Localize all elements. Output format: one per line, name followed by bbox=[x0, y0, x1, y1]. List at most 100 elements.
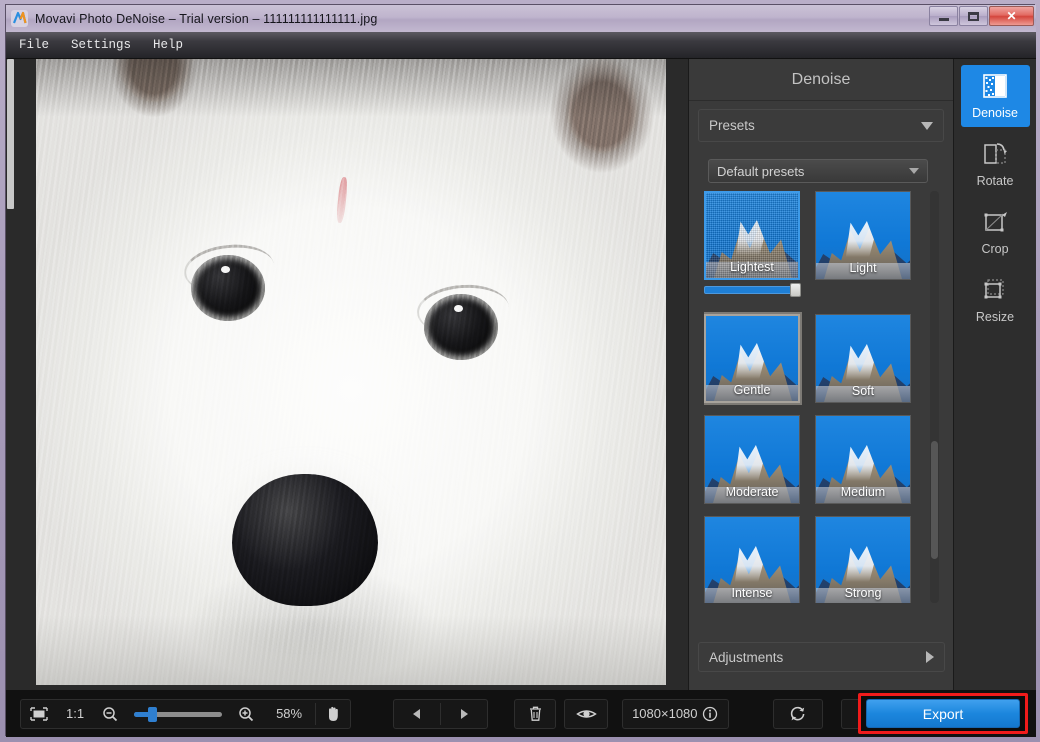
preset-thumbnail-grid: Lightest Light Gentle Soft Moderate Medi… bbox=[704, 191, 932, 603]
tool-rotate[interactable]: Rotate bbox=[961, 133, 1030, 195]
scrollbar-thumb[interactable] bbox=[7, 59, 14, 209]
denoise-icon bbox=[980, 73, 1010, 101]
delete-group bbox=[514, 698, 557, 729]
window-controls: ✕ bbox=[928, 6, 1034, 26]
preset-row: Gentle Soft bbox=[704, 312, 932, 405]
preset-thumbnail-image: Intense bbox=[704, 516, 800, 603]
preset-item-gentle[interactable]: Gentle bbox=[704, 312, 802, 405]
compare-eye-icon bbox=[575, 709, 597, 718]
delete-icon bbox=[529, 706, 541, 721]
preset-intensity-slider[interactable] bbox=[704, 283, 801, 297]
image-dimensions-value: 1080×1080 bbox=[632, 706, 698, 721]
preset-thumbnail-image: Medium bbox=[815, 415, 911, 504]
presets-scrollbar[interactable] bbox=[930, 191, 939, 603]
preset-item-medium[interactable]: Medium bbox=[815, 415, 911, 504]
application-window: Movavi Photo DeNoise – Trial version – 1… bbox=[0, 0, 1040, 742]
previous-image-icon bbox=[413, 708, 421, 719]
actual-size-button[interactable]: 1:1 bbox=[57, 700, 93, 728]
presets-header[interactable]: Presets bbox=[699, 110, 943, 141]
next-image-button[interactable] bbox=[441, 700, 487, 728]
window-frame: Movavi Photo DeNoise – Trial version – 1… bbox=[5, 4, 1036, 737]
preset-label: Gentle bbox=[733, 383, 771, 397]
preset-label: Light bbox=[849, 261, 877, 275]
preset-row: Lightest Light bbox=[704, 191, 932, 297]
scrollbar-thumb[interactable] bbox=[931, 441, 938, 559]
adjustments-section-toggle[interactable]: Adjustments bbox=[698, 642, 945, 672]
preset-row: Moderate Medium bbox=[704, 415, 932, 504]
preset-item-intense[interactable]: Intense bbox=[704, 516, 800, 603]
main-body: Denoise Presets Default presets Lightest… bbox=[6, 59, 1036, 690]
tool-crop[interactable]: Crop bbox=[961, 201, 1030, 263]
tool-denoise[interactable]: Denoise bbox=[960, 65, 1030, 127]
preset-thumbnail-image: Light bbox=[815, 191, 911, 280]
preset-label: Intense bbox=[731, 586, 773, 600]
preset-thumbnail-image: Gentle bbox=[704, 312, 802, 405]
photo-preview[interactable] bbox=[36, 59, 666, 685]
info-icon bbox=[702, 706, 718, 721]
tool-label: Resize bbox=[975, 309, 1015, 324]
zoom-controls-group: 1:1 58% bbox=[20, 698, 352, 729]
rotate-icon bbox=[980, 141, 1010, 169]
preset-item-strong[interactable]: Strong bbox=[815, 516, 911, 603]
photo-fur-texture bbox=[36, 59, 666, 685]
zoom-out-button[interactable] bbox=[93, 700, 127, 728]
tool-label: Rotate bbox=[976, 173, 1014, 188]
preset-thumbnail-image: Soft bbox=[815, 314, 911, 403]
previous-image-button[interactable] bbox=[394, 700, 440, 728]
chevron-down-icon bbox=[909, 168, 919, 174]
resize-icon bbox=[980, 277, 1010, 305]
reset-group bbox=[772, 698, 823, 729]
preset-item-soft[interactable]: Soft bbox=[815, 314, 911, 403]
tool-resize[interactable]: Resize bbox=[961, 269, 1030, 331]
preset-category-dropdown[interactable]: Default presets bbox=[708, 159, 928, 183]
preset-label: Medium bbox=[840, 485, 886, 499]
preset-item-light[interactable]: Light bbox=[815, 191, 911, 296]
reset-button[interactable] bbox=[774, 700, 822, 728]
zoom-level-value: 58% bbox=[276, 706, 303, 721]
menu-help[interactable]: Help bbox=[144, 35, 192, 55]
tool-label: Crop bbox=[981, 241, 1009, 256]
canvas-vertical-scrollbar[interactable] bbox=[6, 59, 15, 690]
hand-tool-icon bbox=[329, 706, 338, 721]
zoom-in-button[interactable] bbox=[229, 700, 263, 728]
zoom-slider[interactable] bbox=[134, 706, 223, 722]
delete-button[interactable] bbox=[515, 700, 555, 728]
compare-button[interactable] bbox=[565, 700, 607, 728]
presets-body: Default presets Lightest Light Gentle So… bbox=[698, 159, 945, 631]
menu-settings[interactable]: Settings bbox=[62, 35, 140, 55]
close-button[interactable]: ✕ bbox=[989, 6, 1034, 26]
image-canvas[interactable] bbox=[15, 59, 688, 690]
tool-label: Denoise bbox=[972, 105, 1018, 120]
preset-item-moderate[interactable]: Moderate bbox=[704, 415, 800, 504]
preset-label: Soft bbox=[851, 384, 875, 398]
tool-rail: Denoise Rotate Crop Resize bbox=[953, 59, 1036, 690]
export-button[interactable]: Export bbox=[866, 699, 1020, 728]
fit-to-screen-icon bbox=[30, 706, 48, 721]
preset-thumbnail-image: Strong bbox=[815, 516, 911, 603]
preset-thumbnail-image: Moderate bbox=[704, 415, 800, 504]
title-bar: Movavi Photo DeNoise – Trial version – 1… bbox=[6, 5, 1036, 32]
fit-to-screen-button[interactable] bbox=[21, 700, 57, 728]
next-image-icon bbox=[461, 708, 469, 719]
slider-knob[interactable] bbox=[790, 283, 801, 297]
movavi-logo-icon bbox=[11, 10, 28, 27]
preset-row: Intense Strong bbox=[704, 516, 932, 603]
preset-item-lightest[interactable]: Lightest bbox=[704, 191, 801, 297]
dog-photo-image bbox=[36, 59, 666, 685]
preset-category-value: Default presets bbox=[717, 163, 805, 179]
presets-header-label: Presets bbox=[709, 118, 755, 133]
hand-tool-button[interactable] bbox=[316, 700, 350, 728]
preset-label: Lightest bbox=[730, 260, 774, 274]
image-info-button[interactable] bbox=[702, 700, 728, 728]
maximize-button[interactable] bbox=[959, 6, 988, 26]
slider-knob[interactable] bbox=[148, 706, 158, 722]
zoom-in-icon bbox=[239, 706, 254, 721]
menu-file[interactable]: File bbox=[10, 35, 58, 55]
window-title: Movavi Photo DeNoise – Trial version – 1… bbox=[35, 11, 378, 26]
slider-track bbox=[704, 286, 800, 294]
reset-icon bbox=[790, 706, 804, 720]
preset-label: Strong bbox=[844, 586, 882, 600]
bottom-toolbar: 1:1 58% 1080×1080 Export bbox=[6, 690, 1036, 737]
dimensions-group: 1080×1080 bbox=[622, 698, 729, 729]
minimize-button[interactable] bbox=[929, 6, 958, 26]
